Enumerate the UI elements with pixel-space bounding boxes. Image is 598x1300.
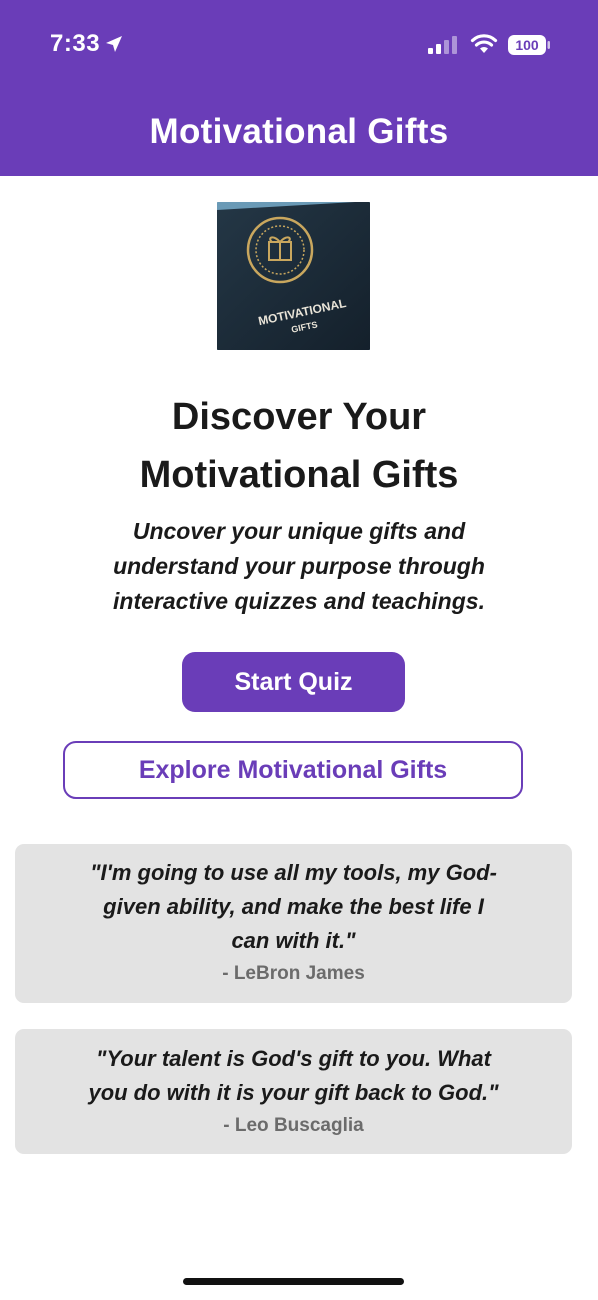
hero-subtitle-line: understand your purpose through — [113, 553, 485, 579]
quote-line: you do with it is your gift back to God.… — [88, 1080, 499, 1105]
status-bar: 7:33 100 — [0, 0, 598, 90]
quote-line: can with it." — [231, 928, 356, 953]
quote-line: "I'm going to use all my tools, my God- — [90, 860, 497, 885]
hero-subtitle-line: Uncover your unique gifts and — [132, 518, 466, 544]
battery-icon: 100 — [508, 35, 550, 55]
app-logo: MOTIVATIONAL GIFTS — [217, 202, 370, 350]
logo-image: MOTIVATIONAL GIFTS — [217, 202, 370, 350]
home-indicator[interactable] — [183, 1278, 404, 1285]
quote-text: "I'm going to use all my tools, my God- … — [33, 844, 554, 958]
hero-subtitle: Uncover your unique gifts and understand… — [40, 514, 558, 619]
quote-line: given ability, and make the best life I — [103, 894, 484, 919]
location-arrow-icon — [106, 36, 123, 52]
start-quiz-button[interactable]: Start Quiz — [182, 652, 405, 712]
hero-title-line: Discover Your — [171, 396, 427, 438]
quote-line: "Your talent is God's gift to you. What — [96, 1046, 491, 1071]
quote-author: - LeBron James — [222, 963, 365, 984]
hero-title: Discover Your Motivational Gifts — [40, 388, 558, 504]
app-screen: 7:33 100 Motivational Gifts MOTIVATIONAL… — [0, 0, 598, 1300]
battery-level: 100 — [515, 37, 539, 53]
explore-gifts-button[interactable]: Explore Motivational Gifts — [63, 741, 523, 799]
quote-card: "Your talent is God's gift to you. What … — [15, 1029, 572, 1154]
quote-text: "Your talent is God's gift to you. What … — [33, 1029, 554, 1110]
app-header: 7:33 100 Motivational Gifts — [0, 0, 598, 176]
status-time-text: 7:33 — [50, 30, 101, 57]
signal-icon — [428, 36, 457, 54]
quote-card: "I'm going to use all my tools, my God- … — [15, 844, 572, 1003]
hero-title-line: Motivational Gifts — [139, 454, 459, 496]
page-title: Motivational Gifts — [149, 112, 449, 151]
wifi-icon — [470, 34, 498, 53]
status-time: 7:33 — [50, 30, 124, 58]
quote-author: - Leo Buscaglia — [223, 1115, 364, 1136]
hero-subtitle-line: interactive quizzes and teachings. — [113, 588, 485, 614]
